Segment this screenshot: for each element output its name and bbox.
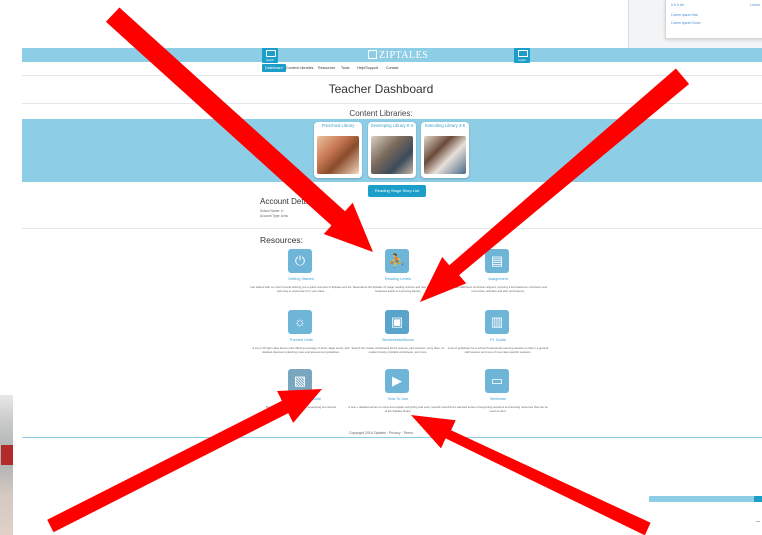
annotation-arrows [47,7,690,535]
red-arrow-bottom-right [411,415,651,535]
red-arrow-bottom-left [47,389,322,533]
red-arrow-top-left [105,7,374,252]
red-arrow-top-right [420,68,690,302]
